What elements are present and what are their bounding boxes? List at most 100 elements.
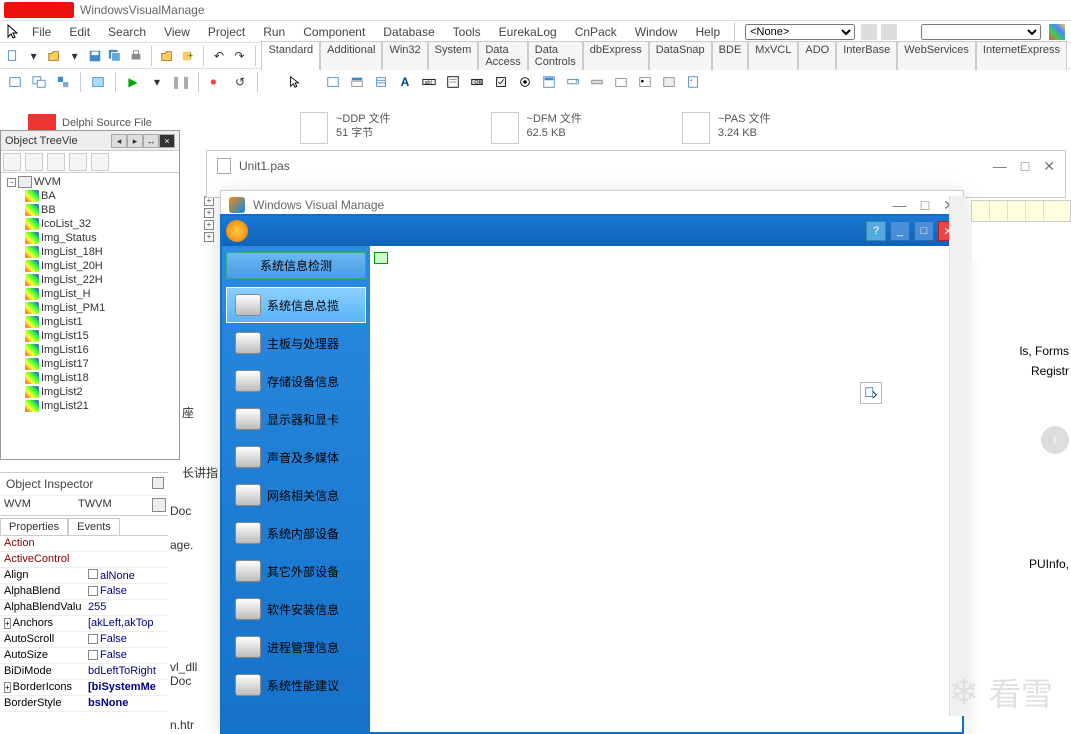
tree-tool[interactable]	[3, 153, 21, 171]
form-button[interactable]	[4, 71, 26, 93]
menu-database[interactable]: Database	[375, 23, 442, 41]
tree-pin-button[interactable]: ↔	[143, 134, 159, 148]
comp-listbox[interactable]	[538, 71, 560, 93]
sidebar-item[interactable]: 系统性能建议	[226, 667, 366, 703]
tree-node[interactable]: Img_Status	[3, 231, 177, 245]
palette-tab[interactable]: System	[428, 41, 479, 70]
tree-node[interactable]: BB	[3, 203, 177, 217]
fold-button[interactable]: +	[204, 220, 214, 230]
sidebar-item[interactable]: 声音及多媒体	[226, 439, 366, 475]
file-item-pas[interactable]: ~PAS 文件3.24 KB	[682, 112, 771, 152]
tree-node[interactable]: ImgList18	[3, 371, 177, 385]
tree-body[interactable]: −WVM BABBIcoList_32Img_StatusImgList_18H…	[1, 173, 179, 463]
comp-memo[interactable]	[442, 71, 464, 93]
menu-view[interactable]: View	[156, 23, 198, 41]
tool-icon[interactable]	[1026, 201, 1044, 221]
step2-button[interactable]: ↺	[229, 71, 251, 93]
palette-tab[interactable]: Additional	[320, 41, 382, 70]
comp-scrollbar[interactable]	[586, 71, 608, 93]
minimize-button[interactable]: —	[893, 197, 907, 214]
palette-tab[interactable]: DataSnap	[649, 41, 712, 70]
comp-panel[interactable]	[658, 71, 680, 93]
tree-node[interactable]: ImgList17	[3, 357, 177, 371]
palette-tab[interactable]: BDE	[712, 41, 749, 70]
help-button[interactable]: ?	[866, 221, 886, 241]
menu-project[interactable]: Project	[200, 23, 253, 41]
maximize-button[interactable]: □	[921, 197, 929, 214]
file-item-ddp[interactable]: ~DDP 文件51 字节	[300, 112, 391, 152]
close-button[interactable]: ✕	[1043, 158, 1055, 175]
open-dropdown[interactable]: ▾	[65, 45, 83, 67]
undo-button[interactable]: ↶	[210, 45, 228, 67]
tool-icon[interactable]	[861, 24, 877, 40]
app-titlebar[interactable]: ? _ □ ✕	[222, 216, 962, 246]
property-row[interactable]: AutoSizeFalse	[0, 648, 168, 664]
comp-radio[interactable]	[514, 71, 536, 93]
tree-tool[interactable]	[25, 153, 43, 171]
add-button[interactable]: +	[178, 45, 196, 67]
palette-tab[interactable]: Data Controls	[528, 41, 583, 70]
tree-node[interactable]: BA	[3, 189, 177, 203]
tree-tool[interactable]	[47, 153, 65, 171]
minimize-button[interactable]: —	[993, 158, 1007, 175]
pause-button[interactable]: ❚❚	[170, 71, 192, 93]
run-dropdown[interactable]: ▾	[146, 71, 168, 93]
tool-icon[interactable]	[972, 201, 990, 221]
menu-component[interactable]: Component	[295, 23, 373, 41]
fold-button[interactable]: +	[204, 232, 214, 242]
minimize-button[interactable]: _	[890, 221, 910, 241]
tree-close-button[interactable]: ×	[159, 134, 175, 148]
forms-button[interactable]	[28, 71, 50, 93]
config-combo[interactable]: <None>	[745, 24, 855, 40]
tree-tool[interactable]	[69, 153, 87, 171]
maximize-button[interactable]: □	[1021, 158, 1029, 175]
scroll-right-button[interactable]: ›	[1041, 426, 1069, 454]
right-combo[interactable]	[921, 24, 1041, 40]
property-row[interactable]: BorderStylebsNone	[0, 696, 168, 712]
chevron-down-icon[interactable]	[152, 498, 166, 512]
toggle-button[interactable]	[52, 71, 74, 93]
palette-tab[interactable]: WebServices	[897, 41, 976, 70]
menu-search[interactable]: Search	[100, 23, 154, 41]
property-row[interactable]: AlphaBlendFalse	[0, 584, 168, 600]
component-icon[interactable]	[860, 382, 882, 404]
sidebar-item[interactable]: 系统内部设备	[226, 515, 366, 551]
new-dropdown[interactable]: ▾	[24, 45, 42, 67]
print-button[interactable]	[127, 45, 145, 67]
property-row[interactable]: ActiveControl	[0, 552, 168, 568]
menu-file[interactable]: File	[24, 23, 59, 41]
menu-edit[interactable]: Edit	[61, 23, 98, 41]
menu-run[interactable]: Run	[255, 23, 293, 41]
tree-node[interactable]: IcoList_32	[3, 217, 177, 231]
comp-label[interactable]: A	[394, 71, 416, 93]
comp-button[interactable]: OK	[466, 71, 488, 93]
palette-tab[interactable]: InternetExpress	[976, 41, 1067, 70]
sidebar-item[interactable]: 进程管理信息	[226, 629, 366, 665]
step-button[interactable]	[205, 71, 227, 93]
sidebar-item[interactable]: 软件安装信息	[226, 591, 366, 627]
menu-window[interactable]: Window	[627, 23, 686, 41]
tree-node[interactable]: ImgList21	[3, 399, 177, 413]
tree-tool[interactable]	[91, 153, 109, 171]
comp-checkbox[interactable]	[490, 71, 512, 93]
sidebar-item[interactable]: 网络相关信息	[226, 477, 366, 513]
comp-groupbox[interactable]	[610, 71, 632, 93]
tree-node[interactable]: ImgList_18H	[3, 245, 177, 259]
sidebar-item[interactable]: 系统信息总揽	[226, 287, 366, 323]
property-row[interactable]: Action	[0, 536, 168, 552]
palette-tab[interactable]: InterBase	[836, 41, 897, 70]
save-button[interactable]	[86, 45, 104, 67]
inspector-dropdown[interactable]	[152, 477, 164, 489]
tree-prev-button[interactable]: ◂	[111, 134, 127, 148]
inspector-object-combo[interactable]: WVM TWVM	[0, 496, 168, 516]
palette-tab[interactable]: MxVCL	[748, 41, 798, 70]
palette-tab[interactable]: dbExpress	[583, 41, 649, 70]
palette-tab[interactable]: Data Access	[478, 41, 527, 70]
run-button[interactable]: ▶	[122, 71, 144, 93]
comp-radiogroup[interactable]	[634, 71, 656, 93]
tab-events[interactable]: Events	[68, 518, 120, 535]
fold-button[interactable]: +	[204, 208, 214, 218]
window-button[interactable]	[87, 71, 109, 93]
folder-button[interactable]	[158, 45, 176, 67]
tree-node[interactable]: ImgList_PM1	[3, 301, 177, 315]
